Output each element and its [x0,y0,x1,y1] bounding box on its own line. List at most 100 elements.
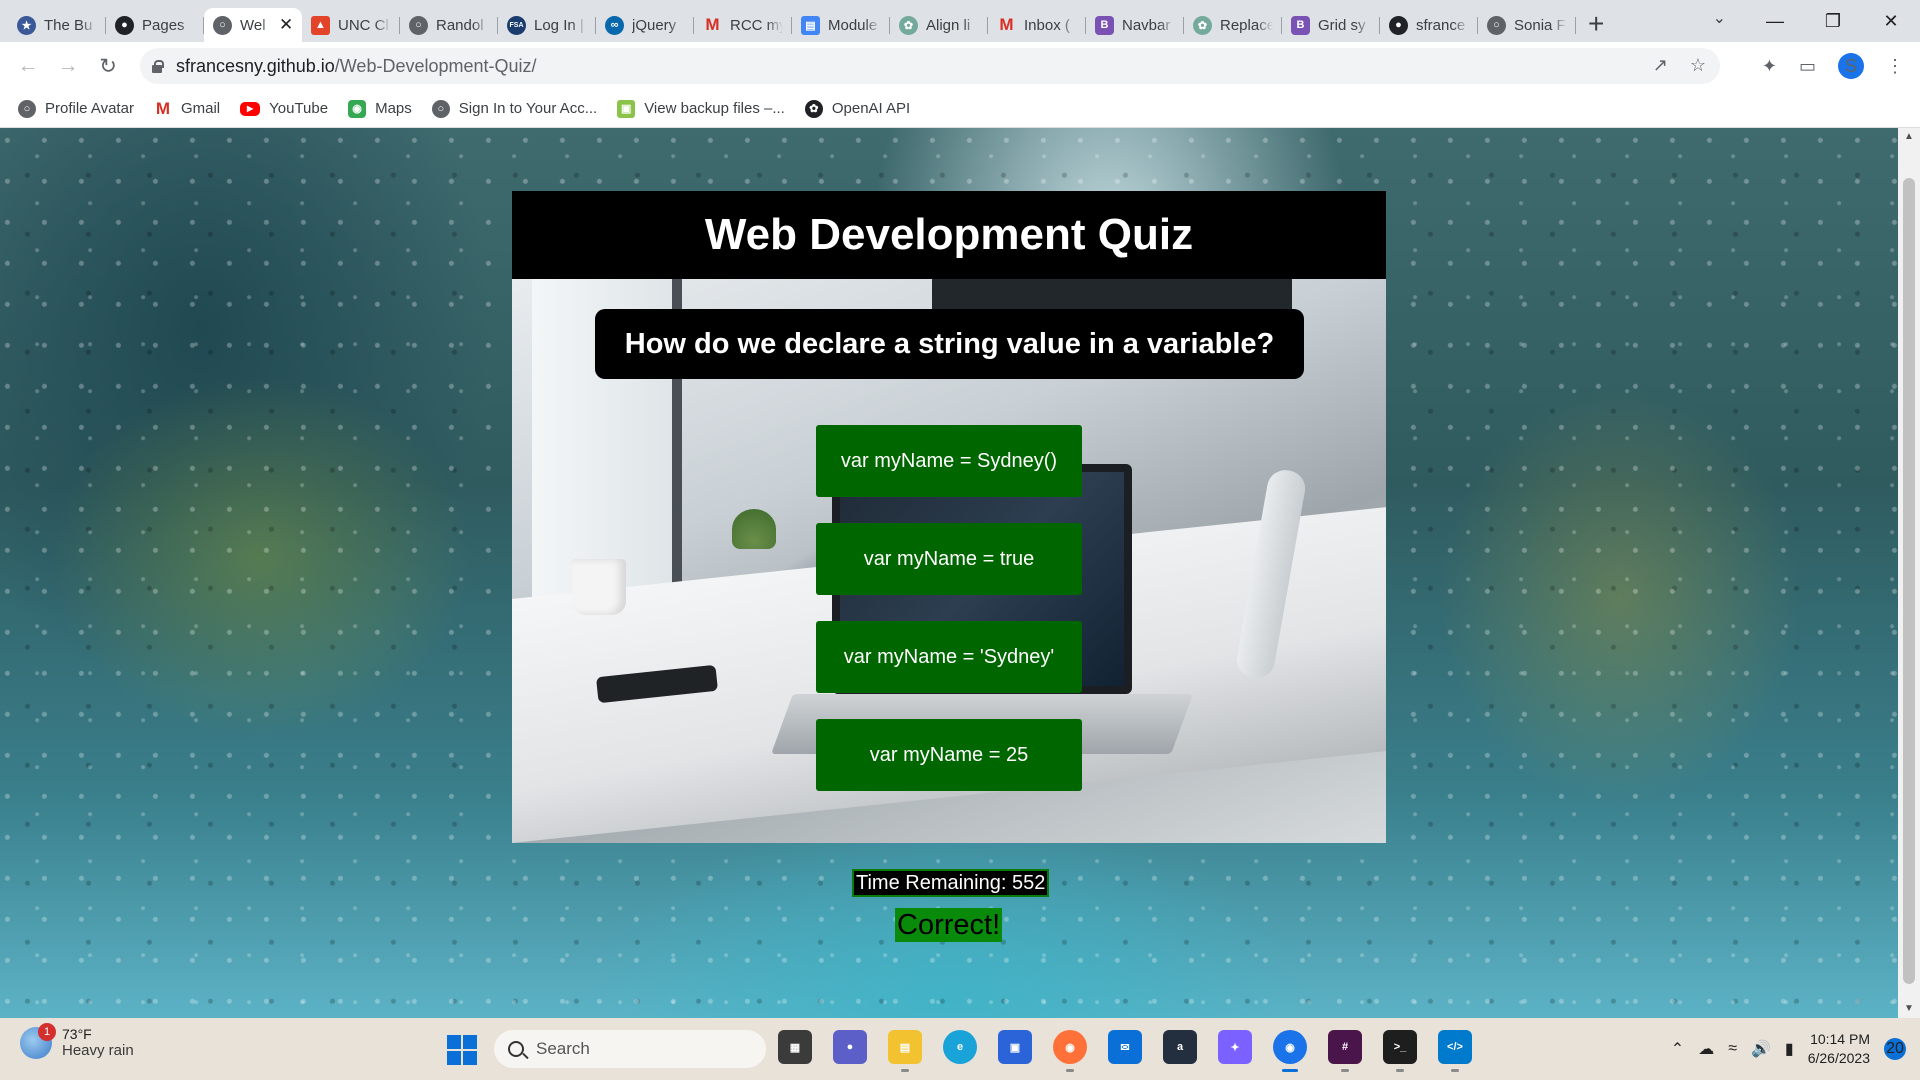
doc-icon: ▤ [801,15,820,35]
firefox-icon[interactable]: ◉ [1053,1030,1087,1072]
scrollbar-thumb[interactable] [1903,178,1915,984]
bootstrap-icon: B [1291,15,1310,35]
taskbar-clock[interactable]: 10:14 PM 6/26/2023 [1808,1030,1870,1068]
mail-icon[interactable]: ✉ [1108,1030,1142,1064]
menu-kebab-icon[interactable]: ⋮ [1886,56,1904,77]
chatgpt-icon: ✿ [1193,15,1212,35]
answer-button[interactable]: var myName = 25 [816,719,1082,791]
slack-icon[interactable]: # [1328,1030,1362,1072]
weather-desc: Heavy rain [62,1042,134,1059]
tray-overflow-icon[interactable]: ⌃ [1671,1039,1684,1059]
onedrive-icon[interactable]: ☁ [1698,1039,1714,1059]
lock-icon[interactable] [150,59,164,73]
tab[interactable]: ● Pages [106,8,204,42]
tab[interactable]: M RCC my [694,8,792,42]
taskbar-search[interactable]: Search [494,1030,766,1068]
tab[interactable]: FSA Log In | [498,8,596,42]
tab[interactable]: ∞ jQuery [596,8,694,42]
tab-search-chevron-icon[interactable]: ⌄ [1713,8,1726,28]
notification-badge[interactable]: 20 [1884,1038,1906,1060]
backup-icon: ▣ [617,99,636,118]
store-icon[interactable]: ▣ [998,1030,1032,1064]
bookmark-item[interactable]: ▣ View backup files –... [617,99,785,118]
globe-icon: ○ [18,99,36,118]
fsa-icon: FSA [507,15,526,35]
bookmark-label: View backup files –... [644,100,785,117]
back-icon[interactable]: ← [8,54,48,78]
bookmark-item[interactable]: ○ Sign In to Your Acc... [431,99,597,118]
answer-button[interactable]: var myName = 'Sydney' [816,621,1082,693]
copilot-icon[interactable]: ✦ [1218,1030,1252,1064]
file-explorer-icon[interactable]: ▦ [778,1030,812,1064]
address-bar[interactable]: sfrancesny.github.io/Web-Development-Qui… [140,48,1720,84]
tab-title: UNC Cl [338,16,389,34]
bookmark-item[interactable]: M Gmail [154,99,221,118]
bookmark-label: YouTube [269,100,329,117]
share-icon[interactable]: ↗ [1653,55,1668,76]
minimize-icon[interactable]: — [1746,11,1804,32]
workspace-photo-plant [732,509,776,549]
tab[interactable]: ▲ UNC Cl [302,8,400,42]
tab[interactable]: ✿ Align li [890,8,988,42]
tab[interactable]: M Inbox ( [988,8,1086,42]
tab-title: Replace [1220,16,1273,34]
tab[interactable]: B Navbar [1086,8,1184,42]
clock-time: 10:14 PM [1810,1031,1870,1047]
scroll-up-icon[interactable]: ▲ [1898,128,1920,146]
restore-icon[interactable]: ❐ [1804,11,1862,32]
answer-button[interactable]: var myName = Sydney() [816,425,1082,497]
reload-icon[interactable]: ↻ [88,54,128,79]
page-scrollbar[interactable]: ▲ ▼ [1898,128,1920,1018]
teams-icon[interactable]: ● [833,1030,867,1064]
close-window-icon[interactable]: ✕ [1862,11,1920,32]
system-tray: ⌃ ☁ ≈ 🔊 ▮ 10:14 PM 6/26/2023 20 [1671,1018,1906,1080]
answer-button[interactable]: var myName = true [816,523,1082,595]
chatgpt-icon: ✿ [899,15,918,35]
tab-title: Sonia F [1514,16,1566,34]
globe-icon: ○ [213,15,232,35]
terminal-icon[interactable]: >_ [1383,1030,1417,1072]
vscode-icon[interactable]: </> [1438,1030,1472,1072]
volume-icon[interactable]: 🔊 [1751,1039,1771,1059]
taskbar-apps: ▦ ● ▤ e ▣ ◉ ✉ a ✦ ◉ # >_ </> [778,1030,1472,1072]
bookmark-item[interactable]: ✿ OpenAI API [804,99,910,118]
chrome-icon[interactable]: ◉ [1273,1030,1307,1072]
side-panel-icon[interactable]: ▭ [1799,56,1816,77]
tab[interactable]: ✿ Replace [1184,8,1282,42]
question-text: How do we declare a string value in a va… [624,327,1275,360]
forward-icon[interactable]: → [48,54,88,78]
close-tab-icon[interactable]: ✕ [279,15,293,35]
tab[interactable]: ▤ Module [792,8,890,42]
bookmark-item[interactable]: ○ Profile Avatar [18,99,134,118]
edge-icon[interactable]: e [943,1030,977,1064]
profile-avatar[interactable]: S [1838,53,1864,79]
amazon-icon[interactable]: a [1163,1030,1197,1064]
scroll-down-icon[interactable]: ▼ [1898,1000,1920,1018]
github-icon: ● [115,15,134,35]
bw-icon: ★ [17,15,36,35]
tab-active[interactable]: ○ Wel ✕ [204,8,302,42]
bookmarks-bar: ○ Profile Avatar M Gmail ▶ YouTube ◉ Maps ○ S… [0,90,1920,128]
bookmark-label: Gmail [180,100,221,117]
workspace-photo-mug [572,559,626,615]
question-box: How do we declare a string value in a va… [595,309,1304,379]
wifi-icon[interactable]: ≈ [1728,1040,1737,1058]
tab[interactable]: ○ Sonia F [1478,8,1576,42]
rain-cloud-icon: 1 [20,1022,56,1059]
weather-widget[interactable]: 1 73°F Heavy rain [20,1022,134,1059]
new-tab-button[interactable]: + [1588,8,1604,40]
battery-icon[interactable]: ▮ [1785,1039,1794,1059]
bookmark-item[interactable]: ▶ YouTube [240,100,328,117]
bookmark-label: Profile Avatar [45,100,134,117]
toolbar-right: ✦ ▭ S ⋮ [1762,42,1920,90]
folder-icon[interactable]: ▤ [888,1030,922,1072]
tab[interactable]: ● sfrance [1380,8,1478,42]
tab[interactable]: ○ Randol [400,8,498,42]
url-path: /Web-Development-Quiz/ [334,55,537,76]
tab[interactable]: ★ The Bu [8,8,106,42]
bookmark-item[interactable]: ◉ Maps [348,99,412,118]
windows-start-icon[interactable] [447,1035,477,1065]
bookmark-star-icon[interactable]: ☆ [1690,55,1706,76]
extensions-icon[interactable]: ✦ [1762,56,1777,77]
tab[interactable]: B Grid sy [1282,8,1380,42]
